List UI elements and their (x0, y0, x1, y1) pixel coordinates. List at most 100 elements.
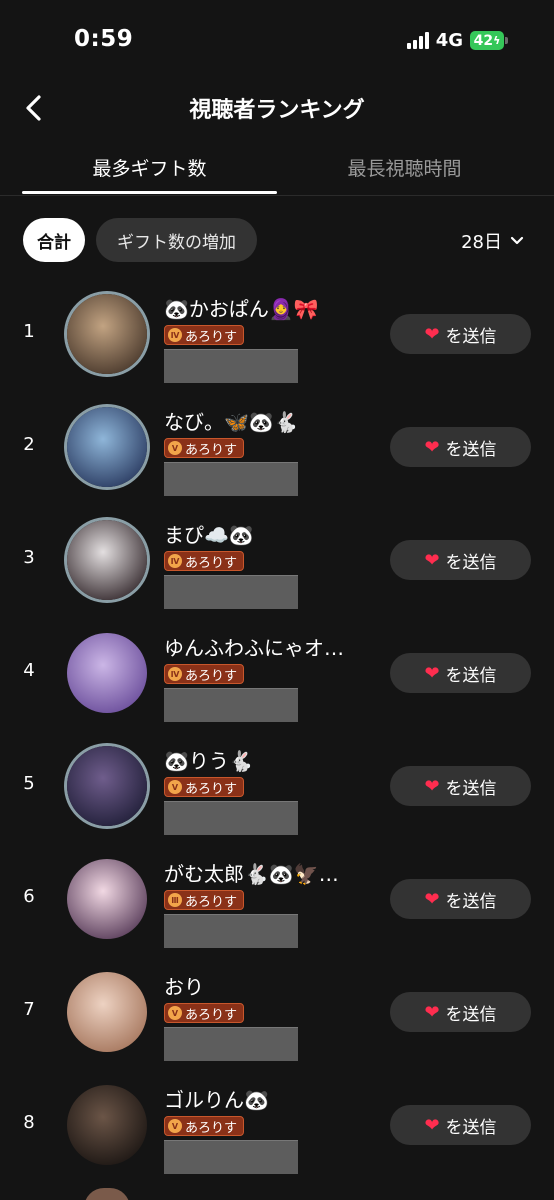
send-gift-button[interactable]: ❤ を送信 (390, 427, 531, 467)
send-gift-button[interactable]: ❤ を送信 (390, 540, 531, 580)
avatar[interactable] (67, 1085, 147, 1165)
filter-chip-gift-increase[interactable]: ギフト数の増加 (96, 218, 257, 262)
status-indicators: 4G 42 ϟ (406, 30, 508, 51)
send-gift-button[interactable]: ❤ を送信 (390, 992, 531, 1032)
fan-level-icon: Ⅲ (168, 893, 182, 907)
send-gift-label: を送信 (445, 891, 497, 912)
fan-badge-label: あろりす (185, 555, 238, 571)
viewer-name[interactable]: おり (164, 974, 374, 1000)
send-gift-label: を送信 (445, 778, 497, 799)
ranking-row[interactable]: 6 がむ太郎🐇🐼🦅… Ⅲ あろりす ❤ を送信 (0, 847, 554, 960)
fan-badge: Ⅴ あろりす (164, 777, 245, 797)
fan-badge-label: あろりす (185, 668, 238, 684)
rank-number: 8 (23, 1112, 35, 1133)
avatar[interactable] (67, 972, 147, 1052)
avatar[interactable] (67, 859, 147, 939)
page-title: 視聴者ランキング (189, 98, 365, 123)
tab-longest-watch-time[interactable]: 最長視聴時間 (277, 154, 532, 181)
send-gift-button[interactable]: ❤ を送信 (390, 314, 531, 354)
send-gift-button[interactable]: ❤ を送信 (390, 653, 531, 693)
redacted-area (164, 575, 298, 609)
redacted-area (164, 349, 298, 383)
avatar[interactable] (67, 633, 147, 713)
avatar[interactable] (67, 294, 147, 374)
rank-number: 4 (23, 660, 35, 681)
avatar (84, 1188, 130, 1200)
heart-icon: ❤ (424, 323, 440, 345)
filter-bar: 合計 ギフト数の増加 28日 (0, 218, 554, 262)
rank-number: 3 (23, 547, 35, 568)
signal-icon (406, 32, 429, 49)
viewer-name[interactable]: ゆんふわふにゃオ… (164, 635, 374, 661)
fan-badge: Ⅲ あろりす (164, 890, 245, 910)
ranking-row[interactable]: 2 なび。🦋🐼🐇 Ⅴ あろりす ❤ を送信 (0, 395, 554, 508)
fan-level-icon: Ⅴ (168, 441, 182, 455)
status-bar: 0:59 4G 42 ϟ (0, 0, 554, 80)
tab-bar: 最多ギフト数 最長視聴時間 (0, 144, 554, 196)
redacted-area (164, 801, 298, 835)
send-gift-label: を送信 (445, 1117, 497, 1138)
chevron-down-icon (510, 236, 524, 245)
send-gift-button[interactable]: ❤ を送信 (390, 766, 531, 806)
heart-icon: ❤ (424, 775, 440, 797)
ranking-row[interactable]: 5 🐼りう🐇 Ⅴ あろりす ❤ を送信 (0, 734, 554, 847)
fan-badge-label: あろりす (185, 1120, 238, 1136)
filter-chip-total[interactable]: 合計 (23, 218, 85, 262)
ranking-row[interactable]: 8 ゴルりん🐼 Ⅴ あろりす ❤ を送信 (0, 1073, 554, 1186)
fan-badge: Ⅳ あろりす (164, 325, 245, 345)
rank-number: 5 (23, 773, 35, 794)
heart-icon: ❤ (424, 436, 440, 458)
redacted-area (164, 1027, 298, 1061)
period-dropdown[interactable]: 28日 (461, 228, 524, 254)
fan-badge-label: あろりす (185, 781, 238, 797)
rank-number: 2 (23, 434, 35, 455)
fan-badge: Ⅴ あろりす (164, 1116, 245, 1136)
fan-badge-label: あろりす (185, 894, 238, 910)
ranking-row[interactable]: 1 🐼かおぱん🧕🎀 Ⅳ あろりす ❤ を送信 (0, 282, 554, 395)
ranking-row[interactable]: 3 まぴ☁️🐼 Ⅳ あろりす ❤ を送信 (0, 508, 554, 621)
viewer-name[interactable]: なび。🦋🐼🐇 (164, 409, 374, 435)
viewer-name[interactable]: 🐼かおぱん🧕🎀 (164, 296, 374, 322)
fan-badge: Ⅴ あろりす (164, 438, 245, 458)
redacted-area (164, 462, 298, 496)
viewer-name[interactable]: まぴ☁️🐼 (164, 522, 374, 548)
heart-icon: ❤ (424, 1001, 440, 1023)
send-gift-button[interactable]: ❤ を送信 (390, 879, 531, 919)
avatar[interactable] (67, 407, 147, 487)
redacted-area (164, 688, 298, 722)
send-gift-label: を送信 (445, 1004, 497, 1025)
fan-level-icon: Ⅳ (168, 328, 182, 342)
avatar[interactable] (67, 746, 147, 826)
heart-icon: ❤ (424, 549, 440, 571)
rank-number: 7 (23, 999, 35, 1020)
viewer-name[interactable]: ゴルりん🐼 (164, 1087, 374, 1113)
ranking-row[interactable]: 4 ゆんふわふにゃオ… Ⅳ あろりす ❤ を送信 (0, 621, 554, 734)
viewer-name[interactable]: がむ太郎🐇🐼🦅… (164, 861, 374, 887)
send-gift-label: を送信 (445, 665, 497, 686)
battery-icon: 42 ϟ (470, 31, 508, 50)
avatar[interactable] (67, 520, 147, 600)
fan-level-icon: Ⅳ (168, 667, 182, 681)
fan-level-icon: Ⅳ (168, 554, 182, 568)
tab-most-gifts[interactable]: 最多ギフト数 (22, 154, 277, 181)
active-tab-indicator (22, 191, 277, 194)
status-time: 0:59 (74, 26, 134, 52)
viewer-info: 🐼かおぱん🧕🎀 Ⅳ あろりす (164, 296, 374, 383)
fan-badge-label: あろりす (185, 442, 238, 458)
viewer-info: おり Ⅴ あろりす (164, 974, 374, 1061)
fan-badge: Ⅳ あろりす (164, 664, 245, 684)
ranking-row[interactable]: 7 おり Ⅴ あろりす ❤ を送信 (0, 960, 554, 1073)
period-label: 28日 (461, 232, 502, 253)
rank-number: 1 (23, 321, 35, 342)
send-gift-button[interactable]: ❤ を送信 (390, 1105, 531, 1145)
rank-number: 6 (23, 886, 35, 907)
viewer-info: がむ太郎🐇🐼🦅… Ⅲ あろりす (164, 861, 374, 948)
fan-badge: Ⅳ あろりす (164, 551, 245, 571)
viewer-info: 🐼りう🐇 Ⅴ あろりす (164, 748, 374, 835)
viewer-name[interactable]: 🐼りう🐇 (164, 748, 374, 774)
send-gift-label: を送信 (445, 326, 497, 347)
send-gift-label: を送信 (445, 439, 497, 460)
fan-level-icon: Ⅴ (168, 1006, 182, 1020)
battery-level: 42 (473, 32, 494, 49)
viewer-info: なび。🦋🐼🐇 Ⅴ あろりす (164, 409, 374, 496)
